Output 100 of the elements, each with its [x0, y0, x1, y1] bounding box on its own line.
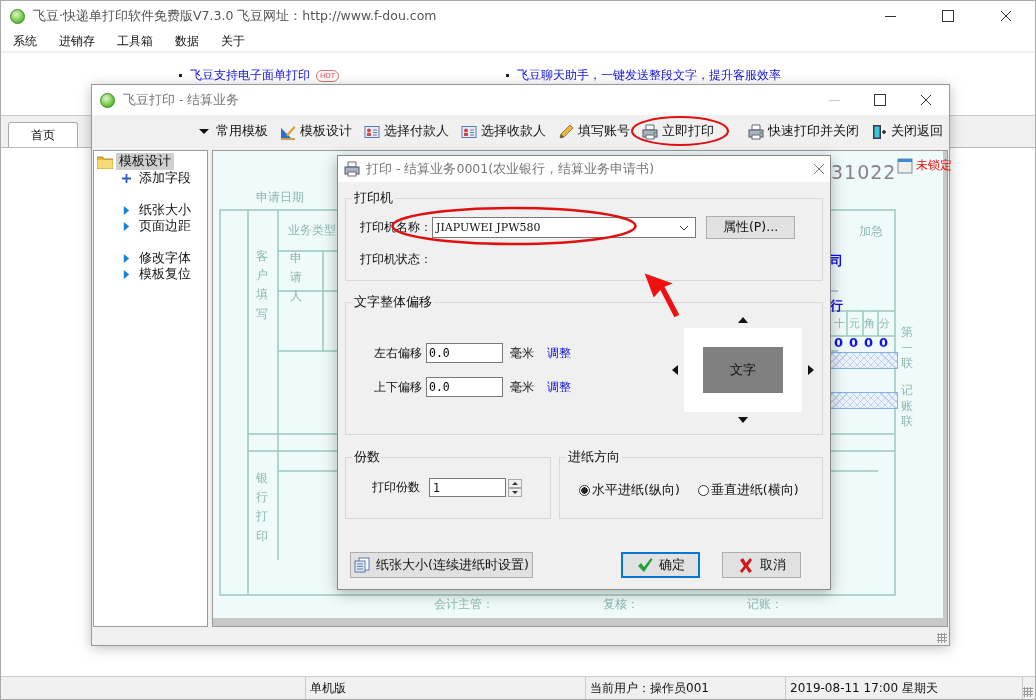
form-footer-label: 会计主管： — [434, 596, 494, 613]
contact-card-icon — [461, 123, 477, 140]
cancel-button[interactable]: 取消 — [722, 552, 801, 578]
app-logo-icon — [10, 8, 25, 24]
toolbar-button[interactable]: 关闭返回 — [871, 123, 943, 140]
adjust-link[interactable]: 调整 — [547, 378, 571, 396]
close-icon — [814, 164, 824, 174]
amount-unit-label: 十 — [834, 316, 845, 331]
unit-label: 毫米 — [510, 344, 534, 362]
menu-item[interactable]: 进销存 — [59, 32, 95, 50]
ruler-pencil-icon — [280, 123, 296, 140]
tree-item[interactable]: 纸张大小 — [139, 202, 191, 218]
document-stack-icon — [354, 557, 371, 573]
group-label: 进纸方向 — [566, 449, 622, 466]
menu-item[interactable]: 数据 — [175, 32, 199, 50]
form-side-note: 第一联 — [901, 325, 913, 372]
form-label: 申请日期 — [256, 189, 304, 206]
app-logo-icon — [100, 92, 115, 108]
form-label: 业务类型 — [288, 222, 336, 239]
exit-door-icon — [871, 123, 887, 140]
toolbar-button[interactable]: 填写账号 — [558, 123, 630, 140]
toolbar-button[interactable]: 常用模板 — [199, 123, 268, 140]
status-text: 当前用户：操作员001 — [586, 677, 786, 699]
tree-item[interactable]: 模板设计 — [116, 153, 174, 170]
hatched-field[interactable] — [830, 352, 898, 369]
printer-icon — [748, 123, 764, 140]
news-link[interactable]: 飞豆支持电子面单打印 — [190, 67, 310, 84]
properties-button[interactable]: 属性(P)... — [706, 216, 795, 239]
form-side-note: 记账联 — [901, 383, 913, 430]
group-label: 份数 — [352, 449, 382, 466]
menu-item[interactable]: 系统 — [13, 32, 37, 50]
menu-item[interactable]: 关于 — [221, 32, 245, 50]
preview-text: 文字 — [703, 347, 783, 393]
offset-input[interactable]: 0.0 — [426, 377, 503, 397]
folder-icon — [97, 154, 113, 169]
toolbar-button[interactable]: 选择付款人 — [364, 123, 449, 140]
amount-unit-label: 角 — [864, 316, 875, 331]
form-label: 银行打印 — [256, 470, 268, 545]
right-arrow-icon[interactable] — [808, 365, 814, 375]
resize-grip-icon[interactable] — [1023, 687, 1033, 697]
news-link[interactable]: 飞豆聊天助手，一键发送整段文字，提升客服效率 — [517, 67, 781, 84]
chevron-down-icon — [679, 224, 689, 231]
cross-icon — [737, 557, 754, 573]
group-label: 打印机 — [352, 190, 395, 207]
tree-item[interactable]: 页面边距 — [139, 218, 191, 234]
down-arrow-icon[interactable] — [738, 417, 748, 423]
window-icon — [897, 157, 913, 174]
amount-digit[interactable]: 0 — [864, 335, 874, 350]
up-arrow-icon[interactable] — [738, 317, 748, 323]
bullet-icon — [506, 74, 509, 77]
printer-icon — [344, 161, 360, 177]
dialog-title: 打印 - 结算业务0001(农业银行，结算业务申请书) — [366, 160, 655, 178]
radio-option[interactable]: 水平进纸(纵向) — [579, 482, 680, 499]
form-footer-label: 记账： — [747, 596, 783, 613]
resize-grip-icon[interactable] — [937, 633, 947, 643]
printer-dropdown[interactable]: JIAPUWEI JPW580 — [432, 217, 696, 238]
plus-icon — [122, 173, 131, 183]
bullet-icon — [179, 74, 182, 77]
window-title: 飞豆打印 - 结算业务 — [123, 91, 240, 109]
field-label: 打印份数 — [372, 479, 420, 496]
close-button[interactable] — [814, 161, 824, 177]
toolbar-button[interactable]: 快速打印并关闭 — [748, 123, 859, 140]
lock-status[interactable]: 未锁定 — [897, 157, 952, 174]
contact-card-icon — [364, 123, 380, 140]
paper-size-button[interactable]: 纸张大小(连续进纸时设置) — [350, 552, 533, 578]
form-label: 申请人 — [290, 250, 302, 306]
tab[interactable]: 首页 — [8, 122, 78, 147]
form-label: 加急 — [859, 223, 883, 240]
amount-unit-label: 元 — [849, 316, 860, 331]
form-field-value[interactable]: 司 — [830, 252, 843, 270]
hatched-field[interactable] — [830, 392, 898, 409]
menu-item[interactable]: 工具箱 — [117, 32, 153, 50]
field-label: 上下偏移 — [374, 378, 422, 396]
amount-unit-label: 分 — [879, 316, 890, 331]
status-text: 单机版 — [306, 677, 586, 699]
tree-item[interactable]: 修改字体 — [139, 250, 191, 266]
printer-icon — [642, 123, 658, 140]
unit-label: 毫米 — [510, 378, 534, 396]
toolbar-button[interactable]: 模板设计 — [280, 123, 352, 140]
form-footer-label: 复核： — [603, 596, 639, 613]
tree-item[interactable]: 模板复位 — [139, 266, 191, 282]
form-number: 31022 — [831, 161, 897, 183]
field-label: 左右偏移 — [374, 344, 422, 362]
form-label: 客户填写 — [256, 248, 268, 323]
radio-option[interactable]: 垂直进纸(横向) — [697, 482, 799, 499]
close-icon — [921, 95, 931, 105]
adjust-link[interactable]: 调整 — [547, 344, 571, 362]
amount-digit[interactable]: 0 — [849, 335, 859, 350]
checkmark-icon — [636, 557, 653, 573]
toolbar-button[interactable]: 立即打印 — [642, 123, 714, 140]
amount-digit[interactable]: 0 — [879, 335, 889, 350]
form-field-value[interactable]: 行 — [830, 297, 843, 315]
ok-button[interactable]: 确定 — [621, 552, 700, 578]
caret-icon — [199, 129, 209, 134]
left-arrow-icon[interactable] — [672, 365, 678, 375]
amount-digit[interactable]: 0 — [834, 335, 844, 350]
tree-item[interactable]: 添加字段 — [139, 170, 191, 186]
toolbar-button[interactable]: 选择收款人 — [461, 123, 546, 140]
offset-input[interactable]: 0.0 — [426, 343, 503, 363]
field-label: 打印机状态： — [360, 251, 433, 268]
